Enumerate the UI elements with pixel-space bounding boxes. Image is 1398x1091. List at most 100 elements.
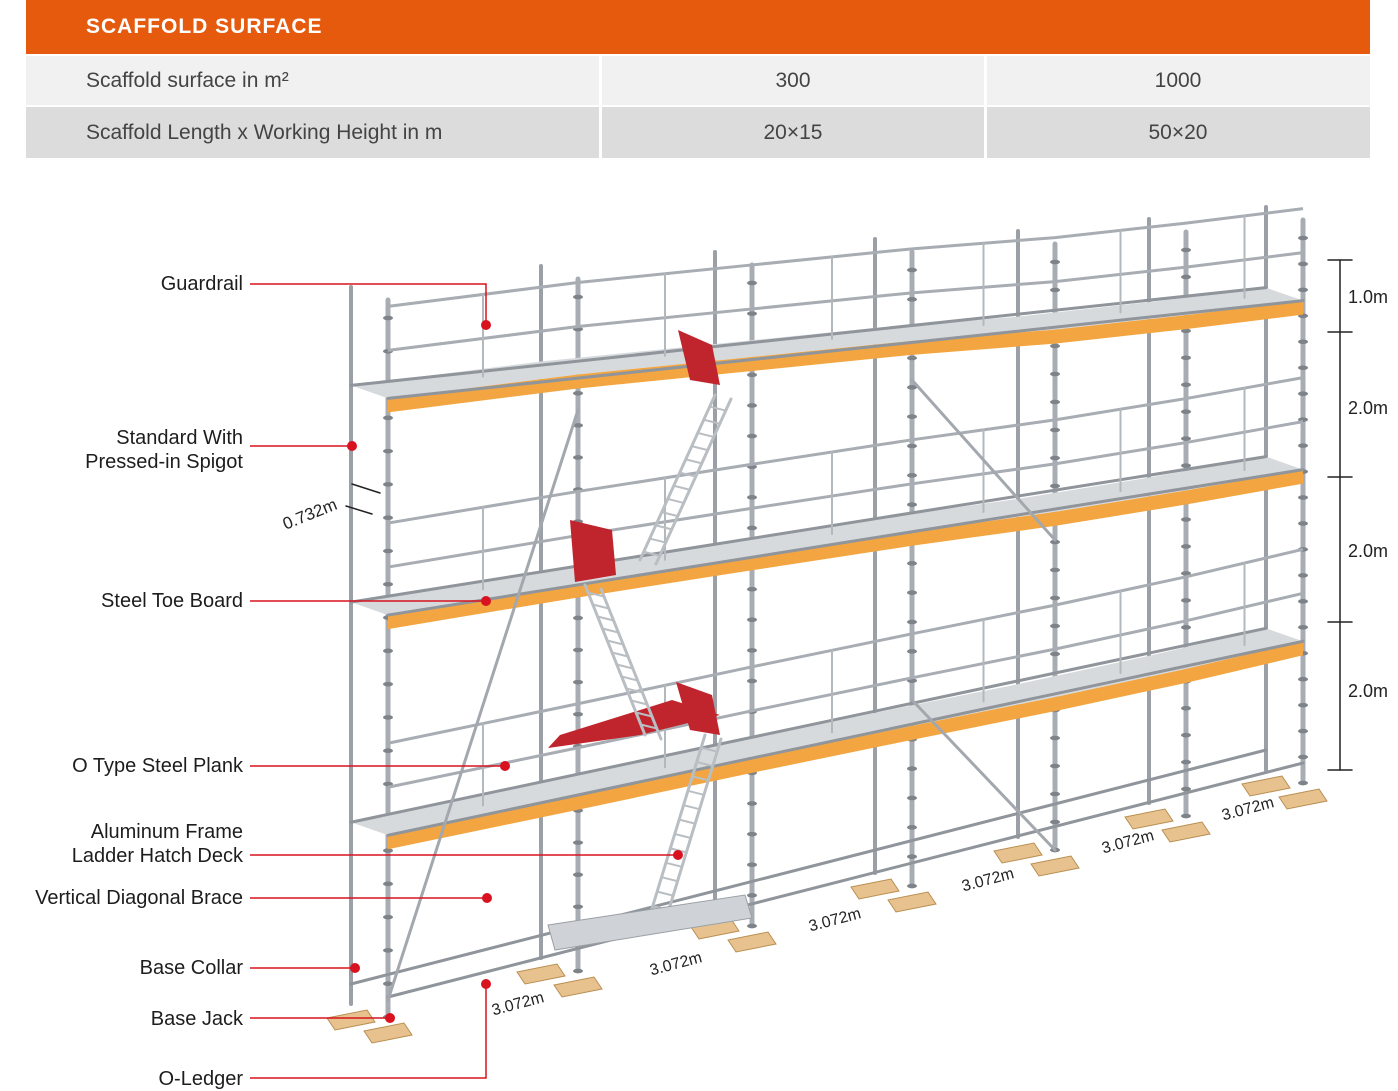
rosette bbox=[1050, 259, 1060, 265]
ladder-rung bbox=[702, 418, 721, 425]
base-pad bbox=[326, 1009, 376, 1031]
rosette bbox=[573, 679, 583, 685]
rosette bbox=[573, 615, 583, 621]
ladder-rung bbox=[696, 431, 715, 438]
rosette bbox=[383, 415, 393, 421]
diagonal-brace bbox=[386, 408, 580, 1002]
rosette bbox=[747, 617, 757, 623]
label-base-collar: Base Collar bbox=[139, 957, 243, 979]
rosette bbox=[907, 883, 917, 889]
rosette bbox=[747, 372, 757, 378]
rosette bbox=[1298, 339, 1308, 345]
width-dimension-line bbox=[351, 483, 381, 494]
rosette bbox=[747, 311, 757, 316]
ladder-rung bbox=[654, 524, 673, 531]
callout-toe-board-dot bbox=[481, 596, 491, 606]
rosette bbox=[1050, 343, 1060, 349]
rosette bbox=[1298, 235, 1308, 241]
rosette bbox=[573, 455, 583, 460]
rosette bbox=[573, 711, 583, 717]
rosette bbox=[1298, 391, 1308, 397]
ladder-rung bbox=[708, 405, 727, 412]
rosette bbox=[1298, 702, 1308, 708]
rosette bbox=[1050, 763, 1060, 769]
rosette bbox=[1050, 427, 1060, 433]
ladder-rung bbox=[672, 484, 691, 491]
rosette bbox=[1298, 443, 1308, 448]
rosette bbox=[1050, 287, 1060, 293]
rosette bbox=[1181, 705, 1191, 711]
rosette bbox=[747, 923, 757, 929]
callout-brace-dot bbox=[482, 893, 492, 903]
rosette bbox=[573, 904, 583, 910]
rosette bbox=[1298, 365, 1308, 371]
callout-hatch-dot bbox=[673, 850, 683, 860]
rosette bbox=[747, 495, 757, 500]
rosette bbox=[1181, 274, 1191, 280]
base-pad bbox=[1124, 808, 1174, 830]
callout-standard-dot bbox=[347, 441, 357, 451]
rosette bbox=[747, 280, 757, 286]
ladder-rung bbox=[664, 861, 683, 868]
steel-plank bbox=[351, 456, 1303, 616]
rosette bbox=[1050, 791, 1060, 797]
rosette bbox=[573, 840, 583, 845]
label-brace: Vertical Diagonal Brace bbox=[35, 887, 243, 909]
base-pad bbox=[516, 963, 566, 985]
ladder-rung bbox=[690, 445, 709, 452]
callout-guardrail-dot bbox=[481, 320, 491, 330]
callout-ledger-dot bbox=[481, 979, 491, 989]
rosette bbox=[747, 525, 757, 531]
rosette bbox=[1050, 623, 1060, 629]
rosette bbox=[1298, 676, 1308, 682]
label-guardrail: Guardrail bbox=[160, 273, 243, 295]
rosette bbox=[383, 515, 393, 521]
rosette bbox=[1181, 732, 1191, 738]
ledger bbox=[386, 468, 1305, 617]
label-plank: O Type Steel Plank bbox=[72, 755, 243, 777]
rosette bbox=[573, 872, 583, 878]
height-dim-3: 2.0m bbox=[1348, 541, 1389, 561]
rosette bbox=[1050, 567, 1060, 573]
rosette bbox=[907, 590, 917, 595]
rosette bbox=[1050, 595, 1060, 601]
rosette bbox=[907, 267, 917, 273]
rosette bbox=[1050, 819, 1060, 825]
rosette bbox=[907, 443, 917, 449]
ledger bbox=[349, 455, 1268, 604]
rosette bbox=[1298, 521, 1308, 526]
ledger bbox=[386, 639, 1305, 837]
rosette bbox=[1298, 780, 1308, 786]
height-dim-1: 1.0m bbox=[1348, 287, 1389, 307]
ladder-rung bbox=[684, 458, 703, 465]
rosette bbox=[907, 766, 917, 771]
base-pad bbox=[553, 976, 603, 998]
rosette bbox=[907, 355, 917, 361]
rosette bbox=[573, 294, 583, 300]
rosette bbox=[747, 862, 757, 868]
rosette bbox=[1298, 495, 1308, 500]
rosette bbox=[1181, 813, 1191, 819]
rosette bbox=[573, 390, 583, 396]
rosette bbox=[1050, 371, 1060, 377]
base-pad bbox=[1161, 821, 1211, 843]
rosette bbox=[383, 448, 393, 454]
base-pad bbox=[727, 931, 777, 953]
scaffold-diagram bbox=[250, 205, 1353, 1079]
rosette bbox=[1181, 436, 1191, 441]
rosette bbox=[383, 581, 393, 587]
steel-plank bbox=[351, 287, 1303, 399]
rosette bbox=[1298, 573, 1308, 578]
ladder-rung bbox=[660, 876, 679, 883]
rosette bbox=[1050, 735, 1060, 741]
rosette bbox=[1050, 651, 1060, 657]
label-ledger: O-Ledger bbox=[158, 1068, 244, 1090]
rosette bbox=[1298, 599, 1308, 604]
callout-guardrail-line bbox=[250, 283, 487, 325]
base-pad bbox=[1030, 855, 1080, 877]
rosette bbox=[747, 893, 757, 898]
rosette bbox=[1050, 483, 1060, 489]
rosette bbox=[1181, 598, 1191, 603]
rosette bbox=[1298, 754, 1308, 760]
label-base-jack: Base Jack bbox=[150, 1008, 243, 1030]
